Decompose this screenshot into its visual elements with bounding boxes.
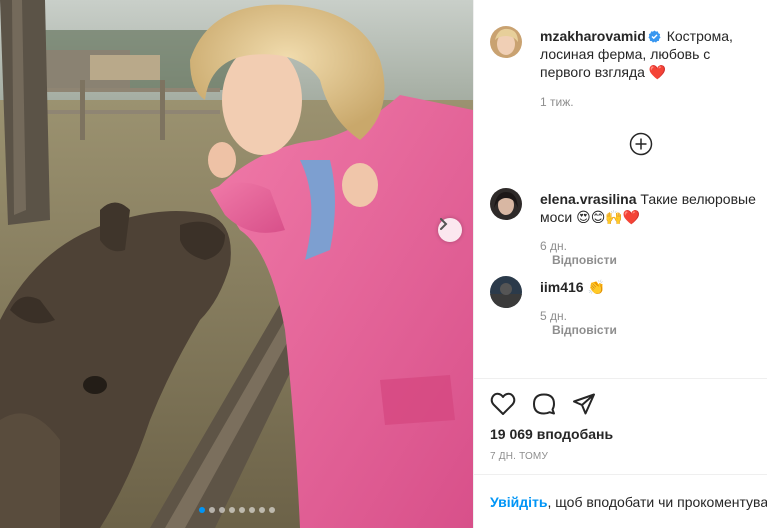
commenter-avatar[interactable] <box>490 276 522 308</box>
caption-emoji: ❤️ <box>648 64 667 80</box>
carousel-dot <box>268 507 275 513</box>
like-count[interactable]: 19 069 вподобань <box>490 426 613 442</box>
comment-body: iim416 👏 <box>540 278 765 296</box>
login-link[interactable]: Увійдіть <box>490 494 548 510</box>
carousel-dots <box>0 507 473 513</box>
comment-username[interactable]: elena.vrasilina <box>540 191 637 207</box>
author-avatar[interactable] <box>490 26 522 58</box>
action-bar <box>490 392 596 416</box>
comment-emoji: 😍😊🙌❤️ <box>576 209 641 225</box>
comment-body: elena.vrasilina Такие велюровые моси 😍😊🙌… <box>540 190 765 226</box>
carousel-dot <box>218 507 225 513</box>
author-username[interactable]: mzakharovamid <box>540 28 646 44</box>
carousel-dot-active <box>198 507 205 513</box>
comment-meta: 6 дн. Відповісти <box>540 239 617 267</box>
carousel-dot <box>248 507 255 513</box>
divider <box>474 378 767 379</box>
reply-button[interactable]: Відповісти <box>552 253 617 267</box>
post-date[interactable]: 7 ДН. ТОМУ <box>490 451 548 462</box>
instagram-post: mzakharovamid Кострома, лосиная ферма, л… <box>0 0 767 528</box>
comment-time[interactable]: 6 дн. <box>540 239 567 253</box>
photo-illustration <box>0 0 473 528</box>
comment-emoji: 👏 <box>587 279 605 295</box>
post-side-panel: mzakharovamid Кострома, лосиная ферма, л… <box>473 0 767 528</box>
heart-icon[interactable] <box>490 392 516 416</box>
carousel-dot <box>228 507 235 513</box>
login-prompt: Увійдіть, щоб вподобати чи прокоментуват… <box>490 494 767 510</box>
comment-meta: 5 дн. Відповісти <box>540 309 617 337</box>
comment-username[interactable]: iim416 <box>540 279 584 295</box>
add-comment-icon <box>629 132 653 156</box>
carousel-dot <box>208 507 215 513</box>
carousel-dot <box>238 507 245 513</box>
share-icon[interactable] <box>572 392 596 416</box>
divider <box>474 474 767 475</box>
login-prompt-text: , щоб вподобати чи прокоментувати <box>547 494 767 510</box>
post-photo[interactable] <box>0 0 473 528</box>
commenter-avatar[interactable] <box>490 188 522 220</box>
load-more-comments-button[interactable] <box>629 132 653 159</box>
reply-button[interactable]: Відповісти <box>552 323 617 337</box>
carousel-dot <box>258 507 265 513</box>
next-arrow-icon <box>440 218 448 230</box>
comment-time[interactable]: 5 дн. <box>540 309 567 323</box>
caption: mzakharovamid Кострома, лосиная ферма, л… <box>540 27 760 81</box>
caption-timestamp[interactable]: 1 тиж. <box>540 95 574 109</box>
comment-icon[interactable] <box>532 392 556 416</box>
carousel-next-button[interactable] <box>438 218 462 242</box>
verified-badge-icon <box>648 30 661 43</box>
